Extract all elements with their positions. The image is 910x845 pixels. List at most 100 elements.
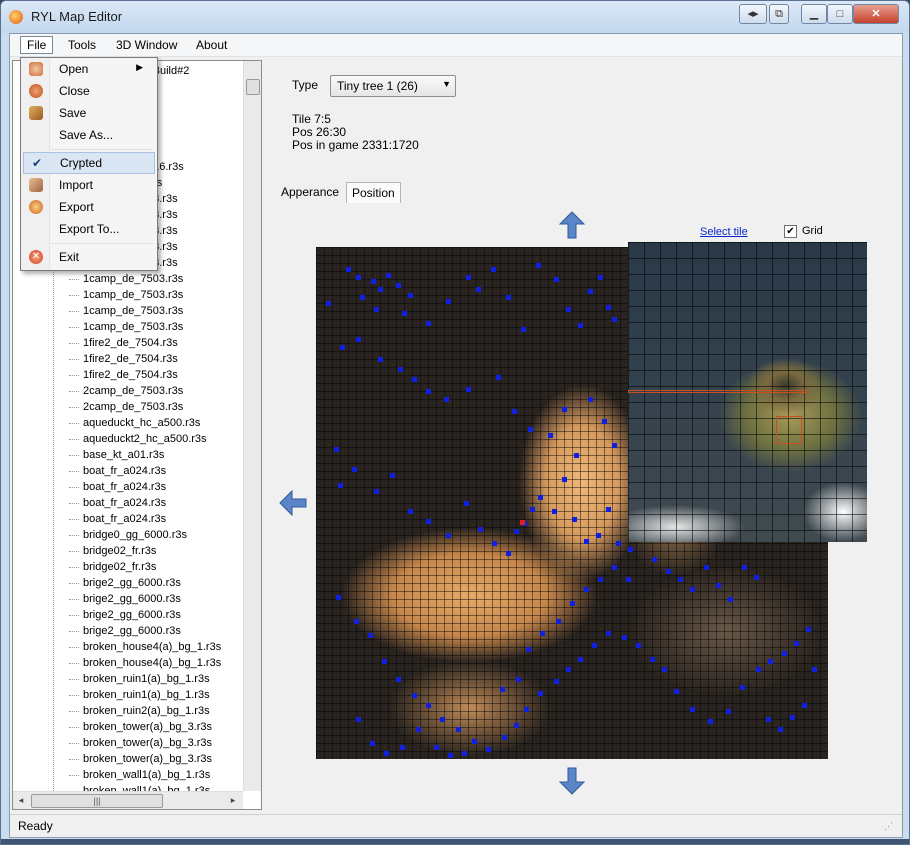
object-marker[interactable] <box>794 641 799 646</box>
object-marker[interactable] <box>466 275 471 280</box>
object-marker[interactable] <box>598 275 603 280</box>
tree-horizontal-scroll-thumb[interactable]: ||| <box>31 794 163 808</box>
menu-item-exit[interactable]: ✕ Exit <box>23 247 153 267</box>
tree-vertical-scroll-thumb[interactable] <box>246 79 260 95</box>
tree-item[interactable]: boat_fr_a024.r3s <box>83 479 166 495</box>
object-marker[interactable] <box>514 529 519 534</box>
object-marker[interactable] <box>500 687 505 692</box>
object-marker[interactable] <box>562 407 567 412</box>
object-marker[interactable] <box>356 717 361 722</box>
tree-item[interactable]: boat_fr_a024.r3s <box>83 495 166 511</box>
object-marker[interactable] <box>740 685 745 690</box>
object-marker[interactable] <box>374 307 379 312</box>
menu-item-save[interactable]: Save <box>23 103 153 123</box>
tree-item[interactable]: broken_ruin1(a)_bg_1.r3s <box>83 687 210 703</box>
object-marker[interactable] <box>628 547 633 552</box>
tree-item[interactable]: bridge02_fr.r3s <box>83 543 156 559</box>
object-marker[interactable] <box>782 651 787 656</box>
object-marker[interactable] <box>338 483 343 488</box>
arrow-left-icon[interactable] <box>278 488 308 518</box>
object-marker[interactable] <box>382 659 387 664</box>
tree-item[interactable]: 1camp_de_7503.r3s <box>83 271 183 287</box>
object-marker[interactable] <box>491 267 496 272</box>
back-icon[interactable]: ◂▸ <box>739 4 767 24</box>
object-marker[interactable] <box>538 495 543 500</box>
menu-item-export-to[interactable]: Export To... <box>23 219 153 239</box>
tree-item[interactable]: boat_fr_a024.r3s <box>83 463 166 479</box>
tree-item[interactable]: 1camp_de_7503.r3s <box>83 319 183 335</box>
object-marker[interactable] <box>598 577 603 582</box>
select-tile-link[interactable]: Select tile <box>700 226 748 238</box>
tree-item[interactable]: 1fire2_de_7504.r3s <box>83 335 178 351</box>
object-marker[interactable] <box>612 565 617 570</box>
object-marker[interactable] <box>528 427 533 432</box>
object-marker[interactable] <box>390 473 395 478</box>
object-marker[interactable] <box>812 667 817 672</box>
object-marker[interactable] <box>626 577 631 582</box>
menu-item-open[interactable]: Open ▶ <box>23 59 153 79</box>
tree-item[interactable]: broken_tower(a)_bg_3.r3s <box>83 735 212 751</box>
object-marker[interactable] <box>378 287 383 292</box>
object-marker[interactable] <box>396 283 401 288</box>
object-marker[interactable] <box>548 433 553 438</box>
object-marker[interactable] <box>370 741 375 746</box>
object-marker[interactable] <box>588 289 593 294</box>
object-marker[interactable] <box>446 533 451 538</box>
object-marker[interactable] <box>674 689 679 694</box>
scroll-left-icon[interactable]: ◂ <box>13 792 29 808</box>
object-marker[interactable] <box>790 715 795 720</box>
minimap[interactable] <box>628 242 867 542</box>
tree-vertical-scrollbar[interactable] <box>243 61 261 791</box>
object-marker[interactable] <box>466 387 471 392</box>
object-marker[interactable] <box>756 667 761 672</box>
object-marker[interactable] <box>334 447 339 452</box>
object-marker[interactable] <box>486 747 491 752</box>
object-marker[interactable] <box>408 509 413 514</box>
object-marker[interactable] <box>356 275 361 280</box>
object-marker[interactable] <box>578 323 583 328</box>
object-marker[interactable] <box>666 569 671 574</box>
object-marker[interactable] <box>552 509 557 514</box>
object-marker[interactable] <box>502 735 507 740</box>
object-marker[interactable] <box>526 647 531 652</box>
object-marker[interactable] <box>556 619 561 624</box>
object-marker[interactable] <box>434 745 439 750</box>
object-marker[interactable] <box>336 595 341 600</box>
object-marker[interactable] <box>396 677 401 682</box>
arrow-down-icon[interactable] <box>557 766 587 796</box>
object-marker[interactable] <box>530 507 535 512</box>
object-marker[interactable] <box>570 601 575 606</box>
tree-horizontal-scrollbar[interactable]: ◂ ||| ▸ <box>13 791 243 809</box>
object-marker[interactable] <box>716 583 721 588</box>
tree-item[interactable]: base_kt_a01.r3s <box>83 447 164 463</box>
object-marker[interactable] <box>606 305 611 310</box>
type-select[interactable]: Tiny tree 1 (26) ▼ <box>330 75 456 97</box>
object-marker[interactable] <box>778 727 783 732</box>
menu-item-save-as[interactable]: Save As... <box>23 125 153 145</box>
tab-position[interactable]: Position <box>346 182 401 203</box>
tree-item[interactable]: 1camp_de_7503.r3s <box>83 303 183 319</box>
resize-grip-icon[interactable]: ⋰ <box>884 821 893 832</box>
object-marker[interactable] <box>400 745 405 750</box>
object-marker[interactable] <box>678 577 683 582</box>
object-marker[interactable] <box>606 631 611 636</box>
tree-item[interactable]: 1camp_de_7503.r3s <box>83 287 183 303</box>
minimize-button[interactable]: ▁ <box>801 4 827 24</box>
object-marker[interactable] <box>662 667 667 672</box>
object-marker[interactable] <box>540 631 545 636</box>
tree-item[interactable]: aqueduckt_hc_a500.r3s <box>83 415 200 431</box>
tree-item[interactable]: broken_ruin1(a)_bg_1.r3s <box>83 671 210 687</box>
object-marker[interactable] <box>592 643 597 648</box>
restore-view-icon[interactable]: ⧉ <box>769 4 789 24</box>
object-marker[interactable] <box>612 443 617 448</box>
object-marker[interactable] <box>536 263 541 268</box>
object-marker[interactable] <box>726 709 731 714</box>
object-marker[interactable] <box>426 703 431 708</box>
object-marker[interactable] <box>802 703 807 708</box>
arrow-up-icon[interactable] <box>557 210 587 240</box>
object-marker[interactable] <box>402 311 407 316</box>
object-marker[interactable] <box>622 635 627 640</box>
menu-item-export[interactable]: Export <box>23 197 153 217</box>
object-marker[interactable] <box>444 397 449 402</box>
menu-item-crypted[interactable]: ✔ Crypted <box>23 152 155 174</box>
